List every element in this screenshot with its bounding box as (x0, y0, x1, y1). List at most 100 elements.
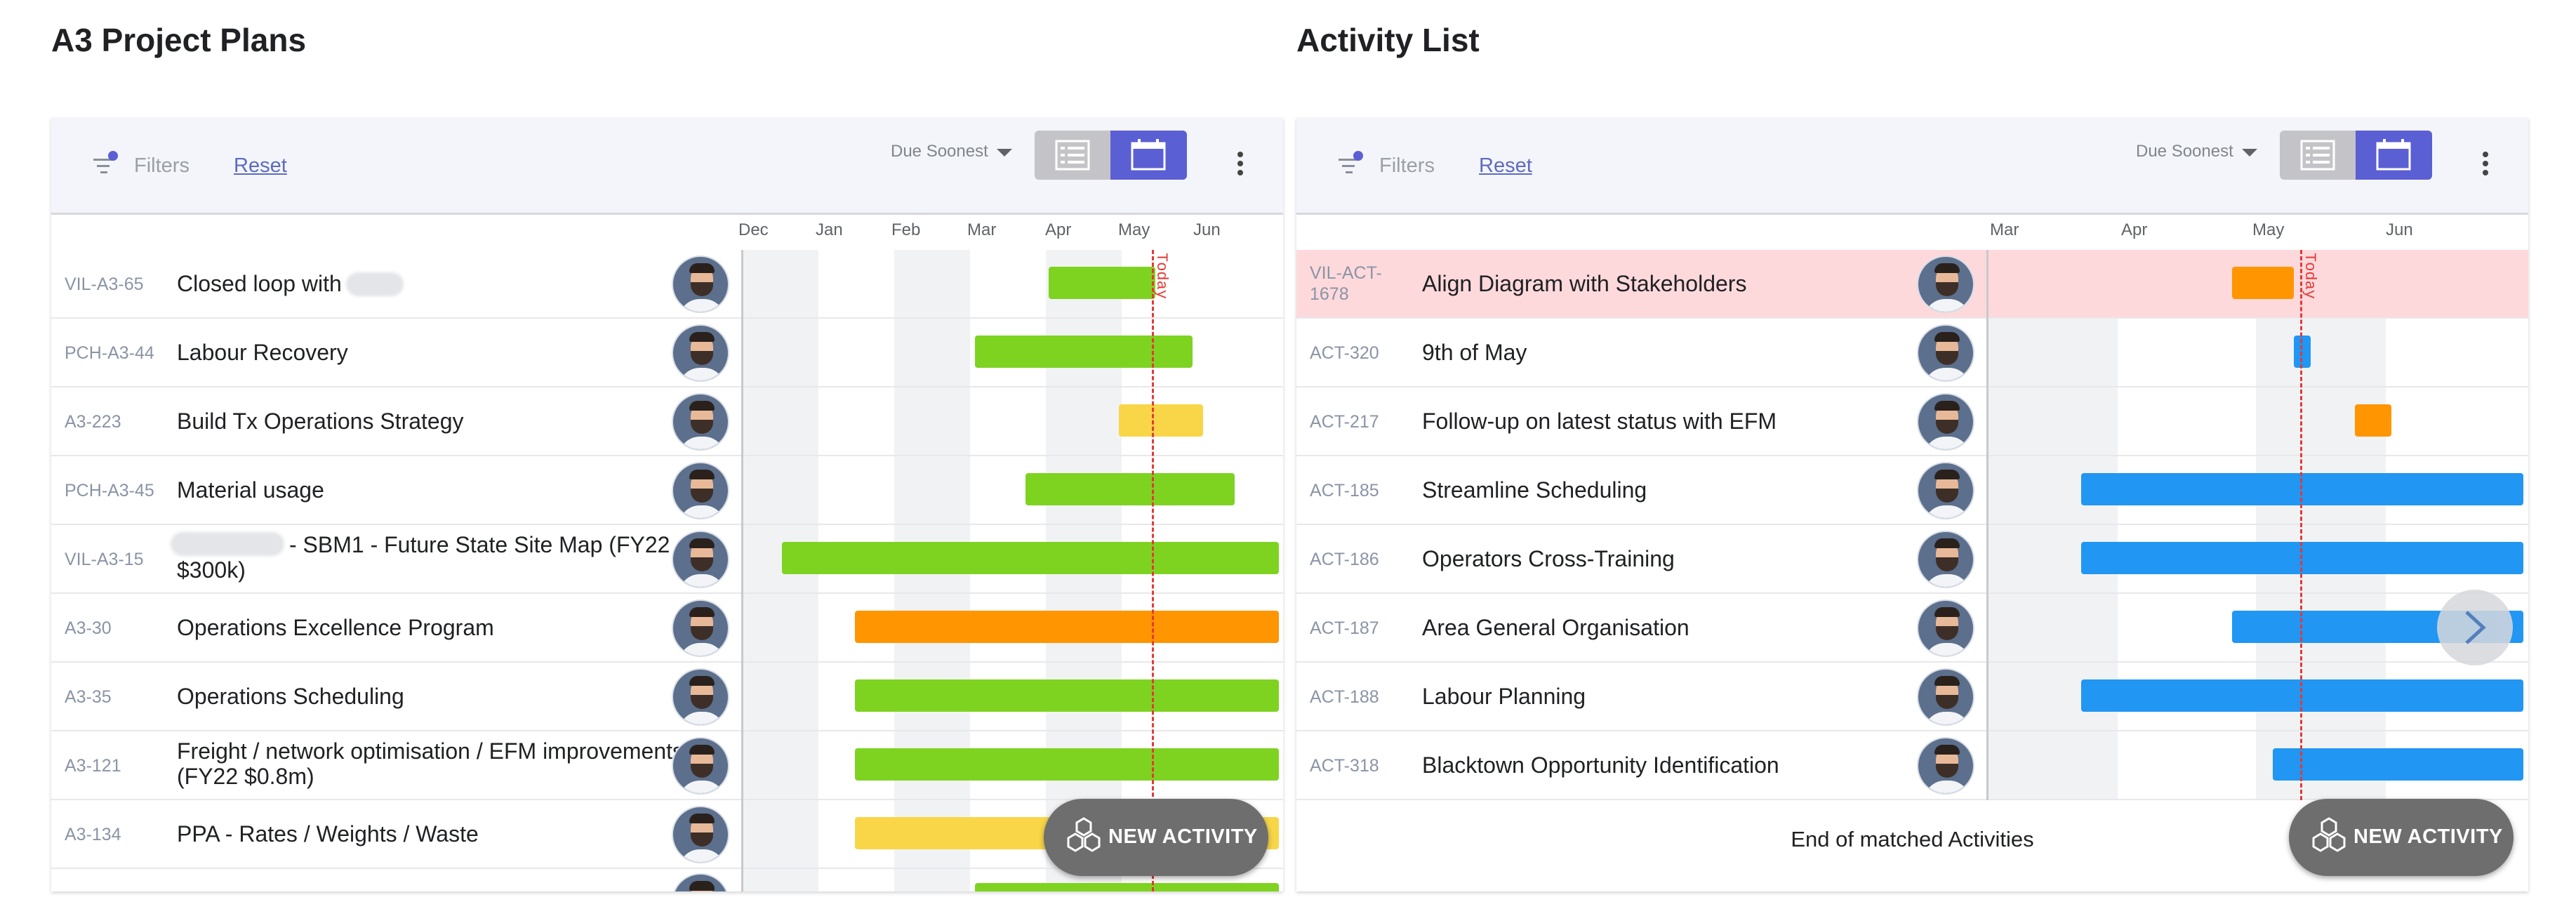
row-title[interactable]: Area General Organisation (1422, 615, 1941, 640)
filters-label[interactable]: Filters (1379, 154, 1435, 178)
table-row[interactable]: ACT-187 Area General Organisation (1296, 594, 2528, 663)
gantt-bar[interactable] (975, 883, 1279, 891)
row-title[interactable]: 9th of May (1422, 340, 1941, 365)
reset-link[interactable]: Reset (234, 154, 287, 178)
row-title[interactable]: Build Tx Operations Strategy (177, 409, 696, 434)
chevron-down-icon[interactable] (2242, 149, 2257, 157)
calendar-view-button[interactable] (1110, 131, 1187, 180)
row-id[interactable]: ACT-320 (1310, 343, 1379, 364)
calendar-view-button[interactable] (2356, 131, 2432, 180)
gantt-bar[interactable] (855, 748, 1279, 781)
table-row[interactable]: VIL-A3-65 Closed loop with (51, 250, 1283, 319)
row-id[interactable]: A3-30 (65, 618, 112, 639)
table-row[interactable]: ACT-186 Operators Cross-Training (1296, 525, 2528, 594)
row-title[interactable]: Operations Excellence Program (177, 615, 696, 640)
avatar[interactable] (672, 737, 729, 795)
sort-select[interactable]: Due Soonest (2136, 142, 2233, 161)
avatar[interactable] (1917, 599, 1974, 657)
filter-icon[interactable] (1336, 149, 1368, 181)
gantt-bar[interactable] (2273, 748, 2523, 781)
reset-link[interactable]: Reset (1479, 154, 1532, 178)
row-title[interactable]: Operators Cross-Training (1422, 546, 1941, 571)
row-title[interactable]: Material usage (177, 477, 696, 503)
more-vert-icon[interactable] (1232, 152, 1249, 187)
table-row[interactable]: A3-30 Operations Excellence Program (51, 594, 1283, 663)
row-title[interactable]: Labour Planning (1422, 684, 1941, 709)
row-id[interactable]: VIL-ACT-1678 (1310, 263, 1394, 305)
gantt-bar[interactable] (2355, 404, 2391, 437)
row-title[interactable]: Follow-up on latest status with EFM (1422, 409, 1941, 434)
row-id[interactable]: ACT-185 (1310, 480, 1379, 501)
gantt-bar[interactable] (1119, 404, 1203, 437)
row-title[interactable]: - SBM1 - Future State Site Map (FY22 $30… (177, 532, 696, 583)
avatar[interactable] (672, 806, 729, 863)
avatar[interactable] (1917, 737, 1974, 795)
avatar[interactable] (672, 324, 729, 382)
table-row[interactable]: VIL-A3-15 - SBM1 - Future State Site Map… (51, 525, 1283, 594)
avatar[interactable] (1917, 324, 1974, 382)
filter-icon[interactable] (91, 149, 123, 181)
row-id[interactable]: ACT-217 (1310, 411, 1379, 432)
row-title[interactable]: Closed loop with (177, 271, 696, 296)
list-view-button[interactable] (2280, 131, 2356, 180)
avatar[interactable] (672, 393, 729, 451)
avatar[interactable] (672, 531, 729, 588)
table-row[interactable]: ACT-217 Follow-up on latest status with … (1296, 387, 2528, 456)
avatar[interactable] (1917, 668, 1974, 726)
avatar[interactable] (672, 668, 729, 726)
row-title[interactable]: Labour Recovery (177, 340, 696, 365)
table-row[interactable]: ACT-185 Streamline Scheduling (1296, 456, 2528, 525)
gantt-bar[interactable] (2081, 679, 2523, 712)
row-title[interactable]: Align Diagram with Stakeholders (1422, 271, 1941, 296)
table-row[interactable]: PCH-A3-45 Material usage (51, 456, 1283, 525)
more-vert-icon[interactable] (2477, 152, 2494, 187)
avatar[interactable] (672, 462, 729, 519)
gantt-bar[interactable] (2081, 542, 2523, 574)
avatar[interactable] (1917, 462, 1974, 519)
row-title[interactable]: Blacktown Opportunity Identification (1422, 752, 1941, 778)
table-row[interactable]: PCH-A3-44 Labour Recovery (51, 319, 1283, 387)
next-page-button[interactable] (2437, 590, 2513, 665)
table-row[interactable]: A3-35 Operations Scheduling (51, 663, 1283, 731)
table-row[interactable]: A3-223 Build Tx Operations Strategy (51, 387, 1283, 456)
row-title[interactable]: PPA - Rates / Weights / Waste (177, 821, 696, 847)
gantt-bar[interactable] (782, 542, 1279, 574)
list-view-button[interactable] (1035, 131, 1110, 180)
avatar[interactable] (672, 256, 729, 313)
row-id[interactable]: A3-223 (65, 411, 121, 432)
gantt-bar[interactable] (1025, 473, 1235, 505)
avatar[interactable] (1917, 531, 1974, 588)
row-id[interactable]: A3-121 (65, 755, 121, 776)
row-title[interactable]: Freight / network optimisation / EFM imp… (177, 738, 696, 789)
row-id[interactable]: ACT-186 (1310, 549, 1379, 570)
gantt-bar[interactable] (855, 611, 1279, 643)
filters-label[interactable]: Filters (134, 154, 190, 178)
table-row[interactable]: A3-121 Freight / network optimisation / … (51, 731, 1283, 800)
gantt-bar[interactable] (1049, 267, 1155, 299)
gantt-bar[interactable] (2081, 473, 2523, 505)
avatar[interactable] (1917, 256, 1974, 313)
sort-select[interactable]: Due Soonest (891, 142, 988, 161)
gantt-bar[interactable] (2294, 336, 2311, 368)
gantt-bar[interactable] (975, 336, 1193, 368)
row-title[interactable]: Operations Scheduling (177, 684, 696, 709)
row-id[interactable]: VIL-A3-65 (65, 274, 144, 295)
row-id[interactable]: PCH-A3-45 (65, 480, 154, 501)
avatar[interactable] (672, 873, 729, 891)
row-id[interactable]: A3-134 (65, 824, 121, 845)
row-title[interactable]: Streamline Scheduling (1422, 477, 1941, 503)
gantt-bar[interactable] (2232, 267, 2294, 299)
row-id[interactable]: VIL-A3-15 (65, 549, 144, 570)
table-row[interactable]: VIL-ACT-1678 Align Diagram with Stakehol… (1296, 250, 2528, 319)
gantt-bar[interactable] (855, 679, 1279, 712)
row-id[interactable]: A3-35 (65, 686, 112, 708)
avatar[interactable] (1917, 393, 1974, 451)
row-id[interactable]: ACT-318 (1310, 755, 1379, 776)
row-id[interactable]: PCH-A3-44 (65, 343, 154, 364)
table-row[interactable]: ACT-318 Blacktown Opportunity Identifica… (1296, 731, 2528, 800)
table-row[interactable]: ACT-188 Labour Planning (1296, 663, 2528, 731)
new-activity-button[interactable]: NEW ACTIVITY (1044, 799, 1268, 876)
table-row[interactable]: ACT-320 9th of May (1296, 319, 2528, 387)
row-id[interactable]: ACT-187 (1310, 618, 1379, 639)
chevron-down-icon[interactable] (997, 149, 1012, 157)
